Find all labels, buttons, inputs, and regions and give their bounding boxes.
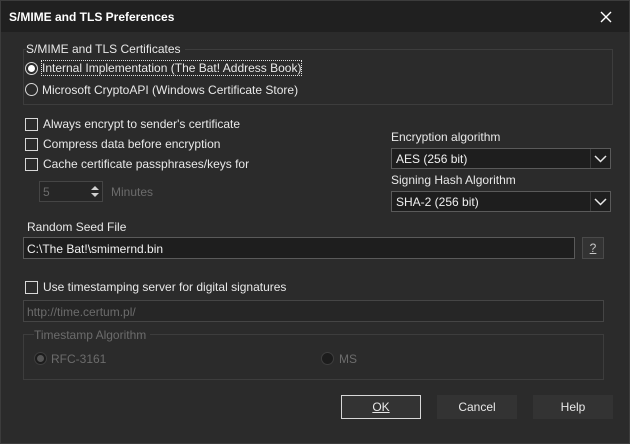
- rfc3161-label[interactable]: RFC-3161: [51, 352, 106, 366]
- ms-label[interactable]: MS: [339, 352, 357, 366]
- compress-label[interactable]: Compress data before encryption: [43, 137, 220, 151]
- microsoft-cryptoapi-radio[interactable]: [25, 83, 38, 96]
- always-encrypt-checkbox[interactable]: [25, 118, 38, 131]
- random-seed-label: Random Seed File: [27, 220, 127, 234]
- close-icon: [600, 11, 612, 22]
- help-button-label: Help: [560, 400, 586, 414]
- signing-hash-select[interactable]: SHA-2 (256 bit): [391, 191, 611, 212]
- always-encrypt-label[interactable]: Always encrypt to sender's certificate: [43, 117, 240, 131]
- cancel-button[interactable]: Cancel: [437, 395, 517, 419]
- help-button[interactable]: Help: [533, 395, 613, 419]
- encryption-algorithm-select[interactable]: AES (256 bit): [391, 148, 611, 169]
- cancel-button-label: Cancel: [458, 400, 496, 414]
- cache-minutes-spinner[interactable]: 5: [39, 181, 103, 202]
- cache-passphrases-checkbox[interactable]: [25, 158, 38, 171]
- ok-button[interactable]: OK: [341, 395, 421, 419]
- cache-passphrases-label[interactable]: Cache certificate passphrases/keys for: [43, 157, 249, 171]
- ms-radio[interactable]: [321, 352, 334, 365]
- encryption-algorithm-value: AES (256 bit): [396, 152, 468, 166]
- rfc3161-radio[interactable]: [34, 352, 47, 365]
- dialog-title: S/MIME and TLS Preferences: [9, 10, 175, 24]
- encryption-dropdown-arrow[interactable]: [590, 149, 610, 168]
- compress-checkbox[interactable]: [25, 138, 38, 151]
- timestamp-server-input[interactable]: http://time.certum.pl/: [23, 300, 604, 322]
- certificates-group-title: S/MIME and TLS Certificates: [26, 42, 185, 56]
- timestamp-label[interactable]: Use timestamping server for digital sign…: [43, 280, 286, 294]
- chevron-down-icon: [594, 154, 607, 163]
- microsoft-cryptoapi-label[interactable]: Microsoft CryptoAPI (Windows Certificate…: [42, 83, 298, 97]
- spinner-arrows-icon[interactable]: [88, 182, 102, 201]
- chevron-down-icon: [594, 197, 607, 206]
- title-bar: S/MIME and TLS Preferences: [1, 1, 629, 32]
- random-seed-input[interactable]: C:\The Bat!\smimernd.bin: [23, 237, 575, 259]
- signing-hash-label: Signing Hash Algorithm: [391, 173, 516, 187]
- signing-dropdown-arrow[interactable]: [590, 192, 610, 211]
- minutes-label: Minutes: [111, 185, 154, 199]
- seed-help-button[interactable]: ?: [582, 237, 604, 259]
- internal-implementation-radio[interactable]: [25, 62, 38, 75]
- close-button[interactable]: [583, 1, 629, 32]
- signing-hash-value: SHA-2 (256 bit): [396, 195, 479, 209]
- timestamp-checkbox[interactable]: [25, 281, 38, 294]
- random-seed-value: C:\The Bat!\smimernd.bin: [27, 242, 164, 256]
- timestamp-server-value: http://time.certum.pl/: [27, 305, 136, 319]
- cache-minutes-value: 5: [43, 185, 50, 199]
- ok-button-label: OK: [372, 400, 390, 414]
- smime-tls-preferences-dialog: S/MIME and TLS Preferences S/MIME and TL…: [0, 0, 630, 444]
- timestamp-algorithm-title: Timestamp Algorithm: [34, 328, 151, 342]
- internal-implementation-label[interactable]: Internal Implementation (The Bat! Addres…: [40, 60, 303, 76]
- encryption-algorithm-label: Encryption algorithm: [391, 130, 501, 144]
